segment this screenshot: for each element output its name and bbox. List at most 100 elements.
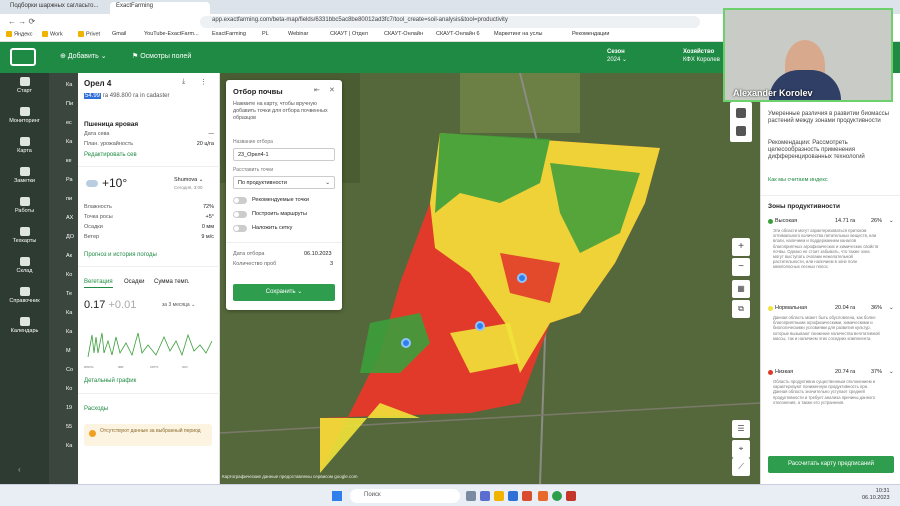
zoom-out-button[interactable]: − [732,258,750,276]
toggle-routes[interactable] [233,211,247,218]
field-list-item[interactable]: АХ [66,215,73,221]
bookmark[interactable]: СКАУТ | Отдел [330,31,368,37]
bookmark[interactable]: Маркетинг на услы [494,31,543,37]
toggle-recommended[interactable] [233,197,247,204]
office-icon[interactable] [522,491,532,501]
tab-precipitation[interactable]: Осадки [124,279,144,285]
bookmark[interactable]: Privet [78,31,100,37]
download-icon[interactable]: ⤓ [182,78,185,86]
season-selector[interactable]: Сезон 2024 ⌄ [607,48,627,64]
bookmark[interactable]: Work [42,31,63,37]
zone-row[interactable]: Низкая 20.74 га 37% ⌄ [768,369,896,375]
field-list-item[interactable]: ке [66,158,72,164]
brave-icon[interactable] [538,491,548,501]
sidebar-item-0[interactable]: Старт [0,73,49,103]
field-list-item[interactable]: Ак [66,253,72,259]
collapse-panel-icon[interactable]: ⇤ [314,86,320,94]
sidebar-item-3[interactable]: Заметки [0,163,49,193]
field-list-item[interactable]: 19 [66,405,72,411]
teams-icon[interactable] [480,491,490,501]
farm-selector[interactable]: Хозяйство КФХ Королев [683,48,720,64]
collapse-icon[interactable]: ‹ [18,465,21,474]
field-list-item[interactable]: Со [66,367,73,373]
bookmark[interactable]: Gmail [112,31,126,37]
forecast-link[interactable]: Прогноз и история погоды [84,252,157,258]
chevron-down-icon[interactable]: ⌄ [889,305,894,311]
sidebar-item-label: Работы [14,208,35,214]
sidebar-item-6[interactable]: Склад [0,253,49,283]
split-view-icon[interactable]: ⧉ [732,300,750,318]
field-list-item[interactable]: Ра [66,177,73,183]
taskbar-search[interactable]: Поиск [350,489,460,503]
close-icon[interactable]: ✕ [329,86,335,94]
sidebar-item-7[interactable]: Справочник [0,283,49,313]
field-list-item[interactable]: Ка [66,139,72,145]
explorer-icon[interactable] [494,491,504,501]
bookmark[interactable]: СКАУТ-Онлайн [384,31,423,37]
more-icon[interactable]: ⋮ [200,78,207,86]
inspections-button[interactable]: ⚑ Осмотры полей [132,52,191,60]
app-icon[interactable] [566,491,576,501]
field-list-item[interactable]: ес [66,120,72,126]
chrome-icon[interactable] [552,491,562,501]
sampling-name-input[interactable]: 23_Орел4-1 [233,148,335,161]
field-list-item[interactable]: Пи [66,101,73,107]
copy-icon[interactable] [736,108,746,118]
chevron-down-icon[interactable]: ⌄ [889,218,894,224]
save-button[interactable]: Сохранить ⌄ [233,284,335,301]
edit-sowing-link[interactable]: Редактировать сев [84,152,137,158]
bookmark[interactable]: СКАУТ-Онлайн 6 [436,31,480,37]
bookmark[interactable]: Рекомендации [572,31,609,37]
toggle-grid[interactable] [233,225,247,232]
detail-chart-link[interactable]: Детальный график [84,378,136,384]
taskview-icon[interactable] [466,491,476,501]
sidebar-item-4[interactable]: Работы [0,193,49,223]
pin-icon[interactable]: ⌖ [732,440,750,458]
zoom-in-button[interactable]: + [732,238,750,256]
tab-temp-sum[interactable]: Сумма темп. [154,279,190,285]
sidebar-item-5[interactable]: Техкарты [0,223,49,253]
stack-icon[interactable]: ☰ [732,420,750,438]
sidebar-item-8[interactable]: Календарь [0,313,49,343]
field-list-item[interactable]: Ко [66,386,72,392]
field-list-item[interactable]: пи [66,196,72,202]
sidebar-item-label: Склад [16,268,33,274]
how-we-calculate-link[interactable]: Как мы считаем индекс [768,177,896,183]
field-list-item[interactable]: Ко [66,272,72,278]
field-list-item[interactable]: Ка [66,82,72,88]
field-list-item[interactable]: 55 [66,424,72,430]
zone-row[interactable]: Нормальная 20.04 га 36% ⌄ [768,305,896,311]
edge-icon[interactable] [508,491,518,501]
arrange-select[interactable]: По продуктивности ⌄ [233,176,335,189]
browser-tab-active[interactable]: ExactFarming [110,2,210,14]
sidebar-item-1[interactable]: Мониторинг [0,103,49,133]
bookmark[interactable]: PL [262,31,269,37]
tab-vegetation[interactable]: Вегетация [84,279,113,288]
zone-description: Эти области могут характеризоваться прит… [773,228,879,270]
bookmark[interactable]: Яндекс [6,31,33,37]
expenses-link[interactable]: Расходы [84,406,108,412]
field-list-item[interactable]: Ка [66,329,72,335]
bookmark[interactable]: ExactFarming [212,31,246,37]
calculate-prescription-button[interactable]: Рассчитать карту предписаний [768,456,894,473]
zone-row[interactable]: Высокая 14.71 га 26% ⌄ [768,218,896,224]
nav-arrows-icon[interactable]: ← → ⟳ [8,17,35,26]
url-input[interactable]: app.exactfarming.com/beta-map/fields/633… [200,16,700,28]
field-list-item[interactable]: ДО [66,234,74,240]
windows-start-icon[interactable] [332,491,342,501]
chevron-down-icon[interactable]: ⌄ [889,369,894,375]
period-selector[interactable]: за 3 месяца ⌄ [162,302,195,308]
location-selector[interactable]: Shumova ⌄ [174,177,203,183]
bookmark[interactable]: Webinar [288,31,308,37]
browser-tab[interactable]: Подборки шаржных сагласьто... [4,2,108,14]
alert-icon[interactable] [736,126,746,136]
add-button[interactable]: ⊕ Добавить ⌄ [60,52,107,60]
layers-icon[interactable]: ▦ [732,280,750,298]
field-list-item[interactable]: Ка [66,310,72,316]
ruler-icon[interactable]: ⟋ [732,458,750,476]
sidebar-item-2[interactable]: Карта [0,133,49,163]
field-list-item[interactable]: М [66,348,71,354]
bookmark[interactable]: YouTube-ExactFarm... [144,31,199,37]
field-list-item[interactable]: Ка [66,443,72,449]
field-list-item[interactable]: Те [66,291,72,297]
